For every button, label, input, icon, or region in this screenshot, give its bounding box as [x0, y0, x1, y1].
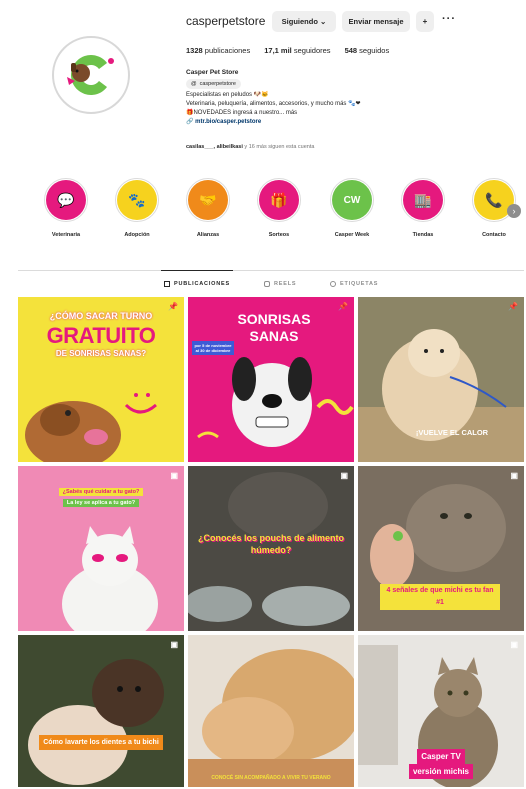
bio-link[interactable]: 🔗 mtr.bio/casper.petstore: [186, 118, 486, 127]
paw-icon: 🐾: [117, 180, 157, 220]
highlight-casper-week[interactable]: CW Casper Week: [322, 178, 382, 238]
grid-icon: [164, 281, 170, 287]
bio-line: Especialistas en peludos 🐶🐱: [186, 92, 269, 98]
profile-username: casperpetstore: [186, 14, 266, 28]
post-tile[interactable]: ¿Sabés qué cuidar a tu gato? La ley se a…: [18, 466, 184, 631]
profile-stats: 1328 publicaciones 17,1 mil seguidores 5…: [186, 46, 389, 55]
highlight-alianzas[interactable]: 🤝 Alianzas: [178, 178, 238, 238]
highlight-label: Contacto: [482, 232, 506, 238]
followers-stat[interactable]: 17,1 mil seguidores: [264, 46, 330, 55]
highlight-sorteos[interactable]: 🎁 Sorteos: [249, 178, 309, 238]
threads-handle: casperpetstore: [199, 80, 236, 87]
highlight-label: Adopción: [124, 232, 150, 238]
casper-week-icon: CW: [332, 180, 372, 220]
post-tile[interactable]: SONRISAS SANAS por 5 de noviembre al 30 …: [188, 297, 354, 462]
chevron-right-icon[interactable]: ›: [507, 204, 521, 218]
send-message-button[interactable]: Enviar mensaje: [342, 11, 410, 32]
casper-logo: [57, 41, 125, 109]
highlight-label: Alianzas: [196, 232, 220, 238]
tab-etiquetas[interactable]: ETIQUETAS: [330, 281, 378, 287]
followed-by-users: casilas___, alibeilkasi: [186, 144, 243, 150]
followed-by-rest: y 16 más siguen esta cuenta: [244, 144, 315, 150]
highlight-veterinaria[interactable]: 💬 Veterinaria: [36, 178, 96, 238]
highlight-label: Casper Week: [334, 232, 370, 238]
dog-illustration: [25, 393, 157, 462]
story-highlights: 💬 Veterinaria 🐾 Adopción 🤝 Alianzas 🎁 So…: [0, 178, 526, 248]
pin-icon: 📌: [508, 302, 518, 311]
active-tab-indicator: [161, 270, 233, 271]
threads-icon: @: [191, 80, 197, 87]
video-icon: ▣: [510, 471, 518, 480]
tag-icon: [330, 281, 336, 287]
bio-line[interactable]: 🎁NOVEDADES ingresá a nuestro... más: [186, 109, 486, 118]
handshake-icon: 🤝: [188, 180, 228, 220]
highlight-adopcion[interactable]: 🐾 Adopción: [107, 178, 167, 238]
cat-illustration: [62, 526, 158, 631]
video-icon: ▣: [340, 471, 348, 480]
followed-by[interactable]: casilas___, alibeilkasi y 16 más siguen …: [186, 144, 314, 150]
posts-stat: 1328 publicaciones: [186, 46, 251, 55]
video-icon: ▣: [510, 640, 518, 649]
post-tile[interactable]: Cómo lavarte los dientes a tu bichi ▣: [18, 635, 184, 787]
post-tile[interactable]: Casper TV versión michis ▣: [358, 635, 524, 787]
pin-icon: 📌: [338, 302, 348, 311]
highlight-label: Sorteos: [268, 232, 290, 238]
following-label: Siguiendo: [281, 17, 318, 26]
pin-icon: 📌: [168, 302, 178, 311]
dog-illustration: [197, 357, 354, 447]
avatar: [57, 41, 125, 109]
video-icon: ▣: [170, 640, 178, 649]
post-tile[interactable]: 4 señales de que michi es tu fan #1 ▣: [358, 466, 524, 631]
chat-icon: 💬: [46, 180, 86, 220]
more-options-icon[interactable]: ···: [442, 13, 456, 25]
store-icon: 🏬: [403, 180, 443, 220]
post-tile[interactable]: ¡VUELVE EL CALOR 📌: [358, 297, 524, 462]
bio-line: Veterinaria, peluquería, alimentos, acce…: [186, 101, 361, 107]
following-stat[interactable]: 548 seguidos: [345, 46, 390, 55]
chevron-down-icon: ⌄: [320, 17, 327, 26]
post-tile[interactable]: ¿CÓMO SACAR TURNO GRATUITO DE SONRISAS S…: [18, 297, 184, 462]
post-tile[interactable]: ¿Conocés los pouchs de alimento húmedo? …: [188, 466, 354, 631]
video-icon: ▣: [170, 471, 178, 480]
cat-sleeping-photo: [188, 635, 354, 787]
puppy-photo: [18, 635, 184, 787]
profile-avatar-ring[interactable]: [52, 36, 130, 114]
gift-icon: 🎁: [259, 180, 299, 220]
following-button[interactable]: Siguiendo ⌄: [272, 11, 336, 32]
tabs-divider: [18, 270, 524, 271]
highlight-label: Tiendas: [412, 232, 434, 238]
tab-publicaciones[interactable]: PUBLICACIONES: [164, 281, 230, 287]
post-tile[interactable]: CONOCÉ SIN ACOMPAÑADO A VIVIR TU VERANO: [188, 635, 354, 787]
threads-badge[interactable]: @ casperpetstore: [186, 79, 241, 89]
tab-reels[interactable]: REELS: [264, 281, 296, 287]
bio-name: Casper Pet Store: [186, 69, 239, 76]
highlight-label: Veterinaria: [51, 232, 81, 238]
add-person-icon[interactable]: +: [416, 11, 434, 32]
reels-icon: [264, 281, 270, 287]
profile-bio: Casper Pet Store @ casperpetstore Especi…: [186, 68, 486, 127]
profile-tabs: PUBLICACIONES REELS ETIQUETAS: [0, 281, 526, 291]
highlight-tiendas[interactable]: 🏬 Tiendas: [393, 178, 453, 238]
